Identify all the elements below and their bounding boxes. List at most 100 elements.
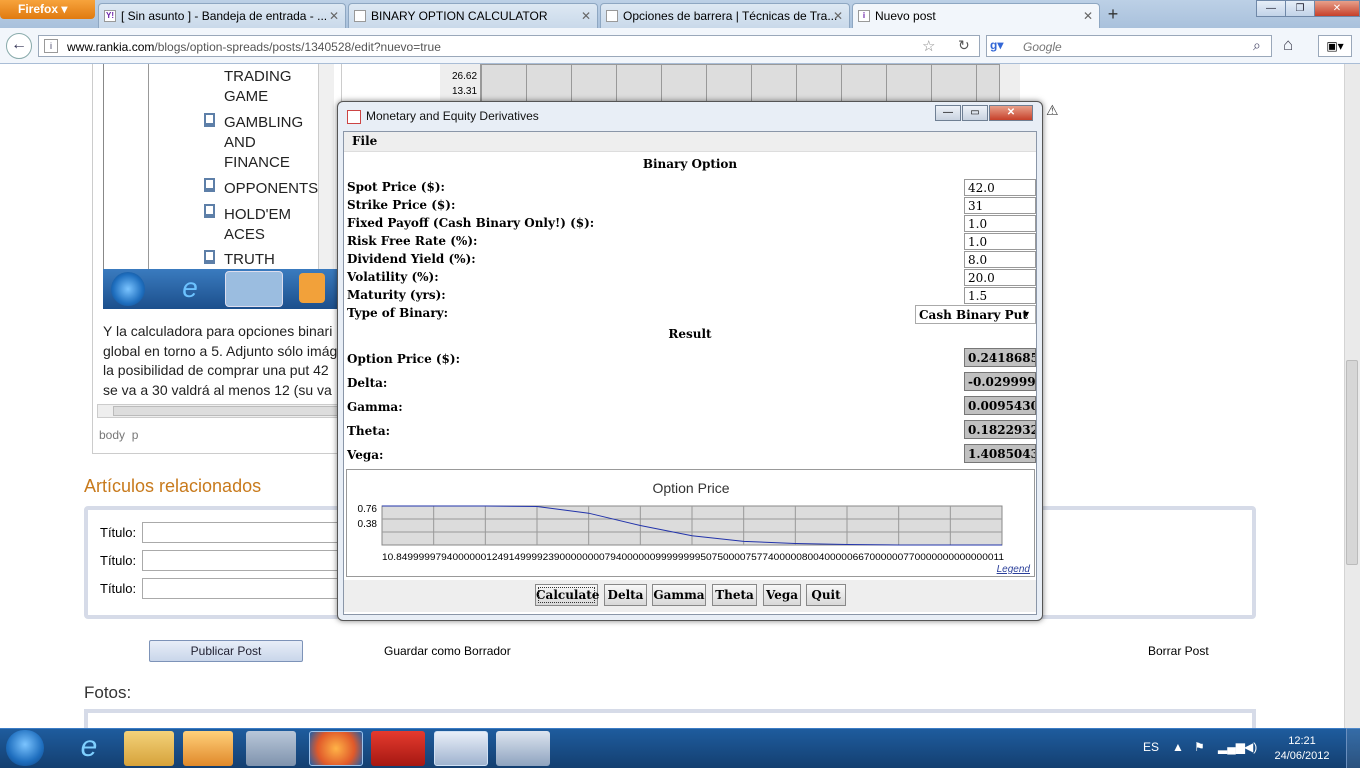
vega-button[interactable]: Vega xyxy=(763,584,801,606)
input-label: Volatility (%): xyxy=(347,270,439,284)
calculate-button[interactable]: Calculate xyxy=(535,584,599,606)
delta-value: -0.02999984039 xyxy=(964,372,1036,391)
delete-post-link[interactable]: Borrar Post xyxy=(1148,644,1209,658)
maximize-icon[interactable]: ❐ xyxy=(1285,0,1315,17)
editor-hscrollbar-thumb[interactable] xyxy=(113,406,338,416)
back-arrow-icon[interactable]: ← xyxy=(6,33,32,59)
input-label: Maturity (yrs): xyxy=(347,288,446,302)
calculator-taskbar-icon[interactable] xyxy=(496,731,550,766)
result-title: Result xyxy=(668,327,712,341)
title-label: Título: xyxy=(100,525,137,540)
fixed-payoff-input[interactable]: 1.0 xyxy=(964,215,1036,232)
app-menu-bar: File xyxy=(344,132,1036,152)
bookmark-star-icon[interactable]: ☆ xyxy=(922,37,935,55)
result-label: Vega: xyxy=(347,448,384,462)
search-icon[interactable]: ⌕ xyxy=(1253,37,1261,54)
path-p[interactable]: p xyxy=(132,428,139,442)
tree-item: GAMBLING xyxy=(224,114,304,131)
firefox-taskbar-icon[interactable] xyxy=(309,731,363,766)
java-taskbar-icon[interactable] xyxy=(434,731,488,766)
tree-item: GAME xyxy=(224,88,269,105)
chart-panel: Option Price 0.76 0.38 10.84999997940000… xyxy=(346,469,1035,577)
start-button-icon[interactable] xyxy=(6,730,44,766)
maturity-input[interactable]: 1.5 xyxy=(964,287,1036,304)
show-desktop-button[interactable] xyxy=(1346,728,1360,768)
tab-yahoo-mail[interactable]: Y! [ Sin asunto ] - Bandeja de entrada - … xyxy=(98,3,346,28)
option-price-chart: Option Price 0.76 0.38 10.84999997940000… xyxy=(358,480,1031,575)
close-tab-icon[interactable]: ✕ xyxy=(581,9,591,23)
minimize-icon[interactable]: — xyxy=(1256,0,1286,17)
chevron-down-icon[interactable]: ▼ xyxy=(1022,309,1031,319)
app-title-bar[interactable]: Monetary and Equity Derivatives xyxy=(343,106,1037,130)
acrobat-taskbar-icon[interactable] xyxy=(371,731,425,766)
language-indicator[interactable]: ES xyxy=(1143,740,1159,754)
title-input[interactable] xyxy=(142,550,342,571)
google-logo-icon[interactable]: g▾ xyxy=(990,38,1006,54)
tab-label: Opciones de barrera | Técnicas de Tra... xyxy=(623,9,838,23)
title-input[interactable] xyxy=(142,522,342,543)
close-window-icon[interactable]: ✕ xyxy=(1314,0,1360,17)
path-body[interactable]: body xyxy=(99,428,125,442)
network-icon[interactable]: ▂▄▆ xyxy=(1218,740,1245,754)
close-tab-icon[interactable]: ✕ xyxy=(329,9,339,23)
binary-type-select[interactable]: Cash Binary Put xyxy=(915,305,1036,324)
app-maximize-icon[interactable]: ▭ xyxy=(962,105,988,121)
body-line: global en torno a 5. Adjunto sólo imág xyxy=(103,342,338,359)
spot-price-input[interactable]: 42.0 xyxy=(964,179,1036,196)
input-label: Strike Price ($): xyxy=(347,198,456,212)
show-hidden-icons-icon[interactable]: ▲ xyxy=(1172,740,1184,754)
bookmark-icon xyxy=(204,204,215,218)
bookmarks-menu-icon[interactable]: ▣▾ xyxy=(1318,35,1352,57)
gamma-button[interactable]: Gamma xyxy=(652,584,706,606)
site-info-icon[interactable]: i xyxy=(44,39,58,53)
file-menu[interactable]: File xyxy=(352,134,377,148)
app-minimize-icon[interactable]: — xyxy=(935,105,961,121)
folder-taskbar-icon[interactable] xyxy=(124,731,174,766)
photos-title: Fotos: xyxy=(84,683,132,702)
firefox-menu-button[interactable]: Firefox ▾ xyxy=(0,0,95,19)
tree-item: OPPONENTS xyxy=(224,180,319,197)
editor-path-status: body p xyxy=(99,428,138,442)
reload-icon[interactable]: ↻ xyxy=(958,37,970,54)
input-label: Spot Price ($): xyxy=(347,180,445,194)
risk-free-rate-input[interactable]: 1.0 xyxy=(964,233,1036,250)
close-tab-icon[interactable]: ✕ xyxy=(833,9,843,23)
title-input[interactable] xyxy=(142,578,342,599)
tree-item: FINANCE xyxy=(224,154,290,171)
strike-price-input[interactable]: 31 xyxy=(964,197,1036,214)
security-taskbar-icon[interactable] xyxy=(246,731,296,766)
firefox-menu-label: Firefox xyxy=(18,2,59,16)
dividend-yield-input[interactable]: 8.0 xyxy=(964,251,1036,268)
save-draft-link[interactable]: Guardar como Borrador xyxy=(384,644,511,658)
delta-button[interactable]: Delta xyxy=(604,584,647,606)
theta-button[interactable]: Theta xyxy=(712,584,757,606)
media-taskbar-icon[interactable] xyxy=(183,731,233,766)
tab-nuevo-post[interactable]: i Nuevo post ✕ xyxy=(852,3,1100,28)
post-body-text[interactable]: Y la calculadora para opciones binari gl… xyxy=(103,322,343,400)
volume-icon[interactable]: ◀) xyxy=(1244,740,1257,754)
windows-orb-icon xyxy=(111,272,145,306)
quit-button[interactable]: Quit xyxy=(806,584,846,606)
url-bar[interactable]: www.rankia.com/blogs/option-spreads/post… xyxy=(38,35,980,57)
close-tab-icon[interactable]: ✕ xyxy=(1083,9,1093,23)
page-scrollbar-thumb[interactable] xyxy=(1346,360,1358,565)
new-tab-button[interactable]: + xyxy=(1101,4,1125,26)
tree-item: ACES xyxy=(224,226,265,243)
related-articles-title: Artículos relacionados xyxy=(84,476,262,496)
home-icon[interactable]: ⌂ xyxy=(1283,35,1293,55)
tab-binary-calculator[interactable]: BINARY OPTION CALCULATOR ✕ xyxy=(348,3,598,28)
url-path: /blogs/option-spreads/posts/1340528/edit… xyxy=(154,40,441,54)
clock-date: 24/06/2012 xyxy=(1274,750,1330,762)
app-close-icon[interactable]: ✕ xyxy=(989,105,1033,121)
volatility-input[interactable]: 20.0 xyxy=(964,269,1036,286)
action-center-flag-icon[interactable]: ⚑ xyxy=(1194,740,1205,754)
search-input[interactable]: Google xyxy=(986,35,1272,57)
theta-value: 0.18229325691 xyxy=(964,420,1036,439)
legend-link[interactable]: Legend xyxy=(997,564,1031,575)
publish-post-button[interactable]: Publicar Post xyxy=(149,640,303,662)
tab-opciones-barrera[interactable]: Opciones de barrera | Técnicas de Tra...… xyxy=(600,3,850,28)
clock[interactable]: 12:21 24/06/2012 xyxy=(1270,734,1334,764)
ie-taskbar-icon[interactable]: e xyxy=(62,731,116,766)
result-label: Option Price ($): xyxy=(347,352,461,366)
result-label: Theta: xyxy=(347,424,391,438)
